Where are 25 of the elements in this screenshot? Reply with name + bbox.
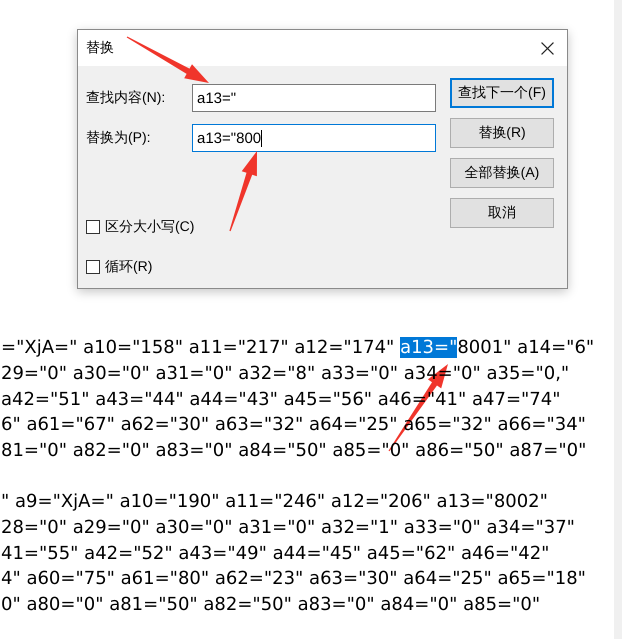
code-text: 4" a60="75" a61="80" a62="23" a63="30" a64="25" a65="18" [1, 568, 586, 590]
code-text: 8001" a14="6" [457, 337, 594, 358]
close-icon [541, 42, 554, 54]
field-label: 替换为(P): [86, 129, 152, 147]
replace-field[interactable]: a13="800 [192, 124, 436, 152]
selected-text: a13=" [400, 337, 458, 358]
code-text: 0" a80="0" a81="50" a82="50" a83="0" a84="0" a85="0" [1, 594, 540, 616]
dialog-button[interactable]: 替换(R) [450, 118, 554, 148]
dialog-title: 替换 [86, 39, 114, 57]
dialog-button[interactable]: 查找下一个(F) [450, 78, 554, 108]
checkbox[interactable] [86, 260, 100, 274]
text-cursor [261, 130, 262, 146]
code-text: " a9="XjA=" a10="190" a11="246" a12="206" a13="8002" [1, 490, 548, 512]
checkbox[interactable] [86, 220, 100, 234]
dialog-button[interactable]: 全部替换(A) [450, 158, 554, 188]
code-text: 41="55" a42="52" a43="49" a44="45" a45="62" a46="42" [1, 542, 550, 564]
code-text: 81="0" a82="0" a83="0" a84="50" a85="0" a86="50" a87="0" [1, 440, 586, 462]
checkbox-label[interactable]: 区分大小写(C) [105, 218, 194, 236]
checkbox-label[interactable]: 循环(R) [105, 258, 152, 276]
close-button[interactable] [540, 40, 555, 56]
field-label: 查找内容(N): [86, 89, 166, 107]
dialog-button[interactable]: 取消 [450, 198, 554, 228]
code-text: 28="0" a29="0" a30="0" a31="0" a32="1" a33="0" a34="37" [1, 516, 575, 538]
code-text: ="XjA=" a10="158" a11="217" a12="174" [1, 337, 396, 358]
find-field[interactable]: a13=" [192, 84, 436, 112]
